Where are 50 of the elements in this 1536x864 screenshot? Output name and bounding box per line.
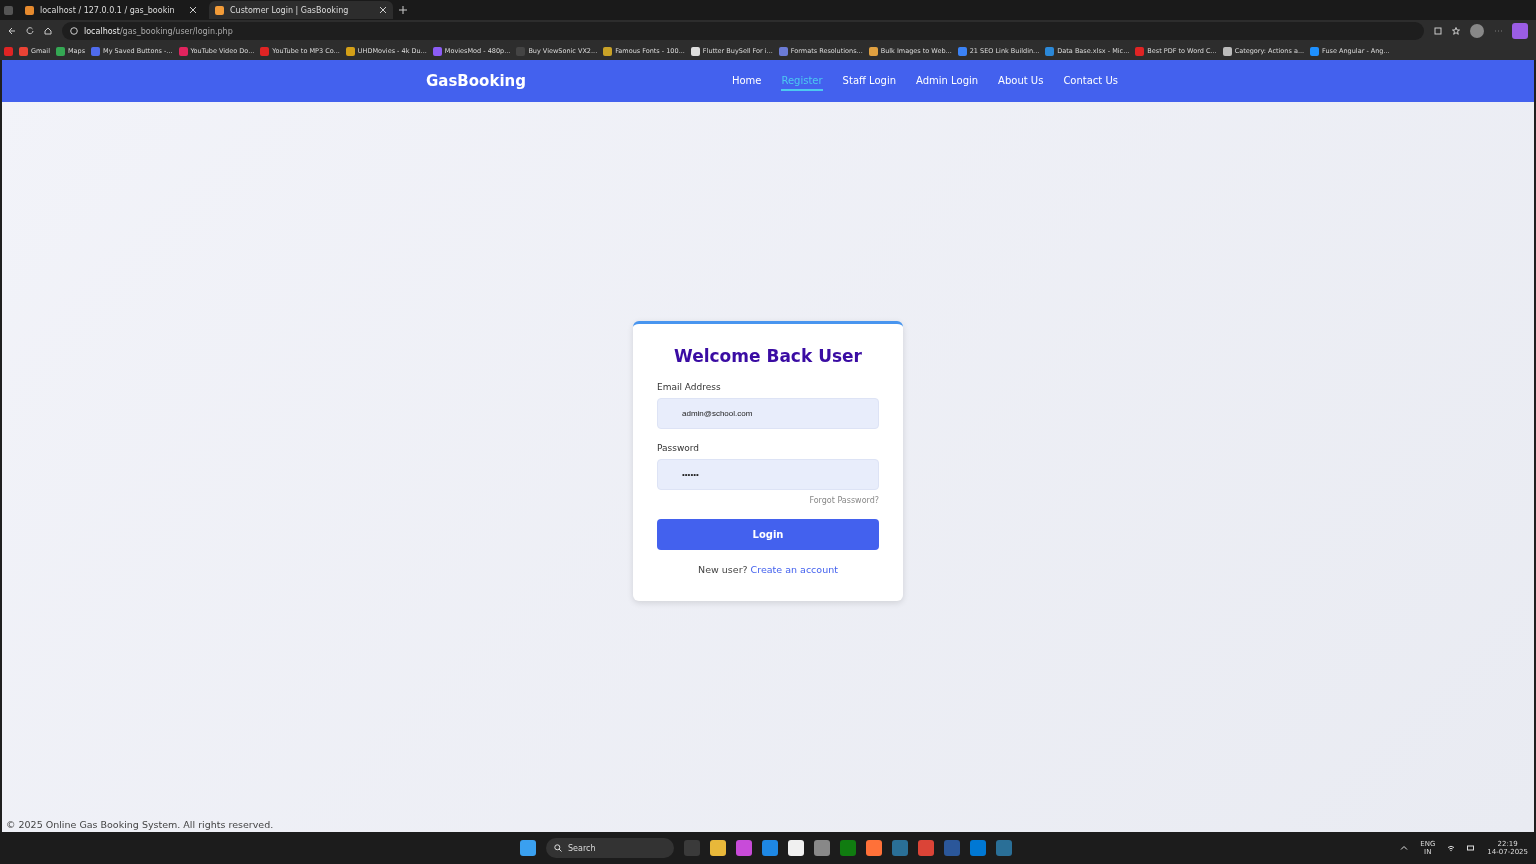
field-label: Password (657, 442, 701, 453)
info-icon (70, 27, 78, 35)
search-icon (554, 844, 562, 852)
battery-icon[interactable] (1467, 844, 1476, 852)
signup-prompt: New user? (698, 563, 748, 575)
footer-text: © 2025 Online Gas Booking System. All rights reserved. (5, 819, 275, 832)
card-title: Welcome Back User (673, 345, 863, 366)
taskbar-app-icon[interactable] (814, 840, 830, 856)
input-field[interactable]: •••••• (657, 458, 879, 490)
create-account-link[interactable]: Create an account (750, 563, 838, 575)
back-icon[interactable] (8, 27, 16, 35)
favorites-icon[interactable] (1452, 27, 1460, 35)
bookmark-item[interactable] (4, 46, 13, 56)
favicon-icon (215, 5, 224, 15)
favicon-icon (25, 5, 34, 15)
nav-link[interactable]: Staff Login (842, 71, 897, 91)
nav-link[interactable]: Contact Us (1063, 71, 1118, 91)
taskbar-app-icon[interactable] (684, 840, 700, 856)
reload-icon[interactable] (26, 27, 34, 35)
taskbar-app-icon[interactable] (788, 840, 804, 856)
taskbar-app-icon[interactable] (736, 840, 752, 856)
nav-link[interactable]: About Us (998, 71, 1044, 91)
chevron-up-icon[interactable] (1400, 844, 1409, 852)
close-icon[interactable] (189, 6, 197, 14)
nav-link[interactable]: Home (731, 71, 762, 91)
taskbar-app-icon[interactable] (710, 840, 726, 856)
field-label: Email Address (657, 381, 722, 392)
taskbar-app-icon[interactable] (840, 840, 856, 856)
brand-logo[interactable]: GasBooking (426, 72, 526, 90)
forgot-password-link[interactable]: Forgot Password? (809, 495, 879, 505)
input-field[interactable]: admin@school.com (657, 397, 879, 429)
taskbar-app-icon[interactable] (866, 840, 882, 856)
home-icon[interactable] (44, 27, 52, 35)
nav-link[interactable]: Admin Login (916, 71, 979, 91)
new-tab-icon[interactable] (399, 6, 407, 14)
taskbar-app-icon[interactable] (996, 840, 1012, 856)
wifi-icon[interactable] (1447, 844, 1456, 852)
taskbar-app-icon[interactable] (762, 840, 778, 856)
taskbar-app-icon[interactable] (944, 840, 960, 856)
taskbar-app-icon[interactable] (918, 840, 934, 856)
taskbar-app-icon[interactable] (970, 840, 986, 856)
more-icon[interactable] (1494, 27, 1502, 35)
close-icon[interactable] (379, 6, 387, 14)
browser-tab[interactable]: localhost / 127.0.0.1 / gas_bookin (19, 1, 203, 19)
taskbar-app-icon[interactable] (892, 840, 908, 856)
taskbar-search[interactable]: Search (546, 838, 674, 858)
login-button[interactable]: Login (657, 518, 879, 550)
address-bar[interactable]: localhost/gas_booking/user/login.php (62, 22, 1424, 40)
profile-avatar[interactable] (1470, 24, 1484, 38)
browser-tab[interactable]: Customer Login | GasBooking (209, 1, 393, 19)
